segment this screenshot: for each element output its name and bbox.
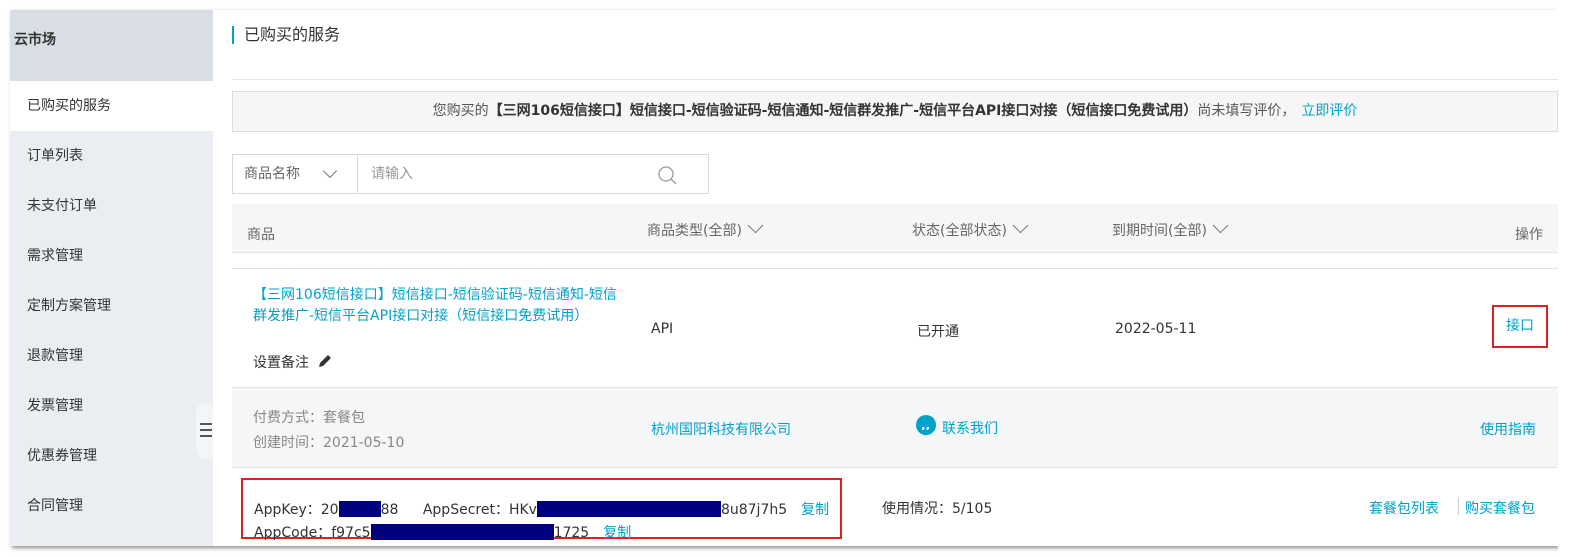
buy-package-link[interactable]: 购买套餐包	[1465, 498, 1535, 518]
appkey-value-start: 20	[320, 502, 339, 518]
page-title: 已购买的服务	[232, 26, 340, 44]
header-type-filter[interactable]: 商品类型(全部)	[647, 217, 764, 240]
appsecret-value-end: 8u87j7h5	[720, 502, 788, 518]
table-row-details: 付费方式：套餐包 创建时间：2021-05-10 杭州国阳科技有限公司 ,, 联…	[232, 388, 1558, 468]
sidebar-item-contracts[interactable]: 合同管理	[10, 481, 213, 531]
sidebar-item-coupons[interactable]: 优惠券管理	[10, 431, 213, 481]
header-product: 商品	[247, 227, 275, 243]
appcode-label: AppCode：	[254, 525, 332, 541]
product-name-link[interactable]: 【三网106短信接口】短信接口-短信验证码-短信通知-短信群发推广-短信平台AP…	[253, 285, 618, 327]
pencil-icon	[319, 355, 332, 367]
sidebar-item-requirements[interactable]: 需求管理	[10, 231, 213, 281]
chevron-down-icon	[747, 217, 764, 234]
table-row-credentials: AppKey：20 88 AppSecret：HKv 8u87j7h5 复制 AppC…	[232, 468, 1558, 546]
vendor-link[interactable]: 杭州国阳科技有限公司	[651, 419, 791, 439]
table-header: 商品 商品类型(全部) 状态(全部状态) 到期时间(全部) 操作	[232, 204, 1558, 253]
header-action: 操作	[1515, 227, 1543, 243]
sidebar: 云市场 已购买的服务 订单列表 未支付订单 需求管理 定制方案管理 退款管理 发…	[10, 10, 213, 546]
header-expiry-label: 到期时间(全部)	[1112, 223, 1207, 239]
chevron-down-icon	[322, 163, 338, 179]
appsecret-value-start: HKv	[508, 502, 537, 518]
appcode-value-end: 1725	[553, 525, 590, 541]
search-filter-label: 商品名称	[244, 166, 300, 182]
appkey-line: AppKey：20 88 AppSecret：HKv 8u87j7h5 复制	[254, 499, 829, 519]
divider	[232, 79, 1558, 80]
header-expiry-filter[interactable]: 到期时间(全部)	[1112, 217, 1229, 240]
header-status-filter[interactable]: 状态(全部状态)	[912, 217, 1029, 240]
search-icon[interactable]	[657, 165, 677, 185]
notice-prefix: 您购买的	[432, 103, 489, 119]
credentials-box: AppKey：20 88 AppSecret：HKv 8u87j7h5 复制 AppC…	[241, 478, 842, 542]
redaction-mask	[370, 524, 554, 540]
set-remark-label: 设置备注	[253, 355, 309, 371]
product-status: 已开通	[917, 324, 959, 340]
collapse-icon	[200, 423, 212, 437]
appkey-label: AppKey：	[254, 502, 321, 518]
usage-info: 使用情况：5/105	[882, 501, 993, 517]
app-window: 云市场 已购买的服务 订单列表 未支付订单 需求管理 定制方案管理 退款管理 发…	[10, 10, 1558, 546]
appkey-value-end: 88	[380, 502, 399, 518]
header-status-label: 状态(全部状态)	[912, 223, 1007, 239]
notice-suffix: 尚未填写评价，	[1197, 103, 1296, 119]
table-row: 【三网106短信接口】短信接口-短信验证码-短信通知-短信群发推广-短信平台AP…	[232, 268, 1558, 388]
created-time: 创建时间：2021-05-10	[253, 435, 405, 451]
api-interface-link[interactable]: 接口	[1492, 305, 1548, 348]
chevron-down-icon	[1012, 217, 1029, 234]
expiry-date: 2022-05-11	[1115, 321, 1197, 337]
chat-bubble-icon: ,,	[916, 415, 936, 436]
sidebar-item-unpaid-orders[interactable]: 未支付订单	[10, 181, 213, 231]
sidebar-item-invoices[interactable]: 发票管理	[10, 381, 213, 431]
redaction-mask	[338, 501, 381, 517]
notice-product: 【三网106短信接口】短信接口-短信验证码-短信通知-短信群发推广-短信平台AP…	[488, 103, 1198, 119]
sidebar-item-orders[interactable]: 订单列表	[10, 131, 213, 181]
review-now-link[interactable]: 立即评价	[1301, 103, 1357, 119]
sidebar-header: 云市场	[10, 10, 213, 81]
main-content: 已购买的服务 您购买的【三网106短信接口】短信接口-短信验证码-短信通知-短信…	[213, 10, 1558, 546]
payment-method: 付费方式：套餐包	[253, 410, 365, 426]
review-notice: 您购买的【三网106短信接口】短信接口-短信验证码-短信通知-短信群发推广-短信…	[232, 91, 1558, 132]
link-separator	[1458, 498, 1459, 515]
sidebar-collapse-toggle[interactable]	[196, 403, 214, 459]
redaction-mask	[536, 501, 721, 517]
search-bar: 商品名称	[232, 154, 709, 194]
scrollbar-track[interactable]	[1558, 0, 1571, 557]
appcode-value-start: f97c5	[331, 525, 371, 541]
search-filter-select[interactable]: 商品名称	[233, 155, 358, 193]
chevron-down-icon	[1212, 217, 1229, 234]
appcode-line: AppCode：f97c5 1725 复制	[254, 522, 631, 542]
sidebar-item-refunds[interactable]: 退款管理	[10, 331, 213, 381]
appsecret-label: AppSecret：	[422, 502, 509, 518]
search-input[interactable]	[359, 155, 659, 193]
contact-us-link[interactable]: 联系我们	[942, 418, 998, 438]
copy-appkey-button[interactable]: 复制	[801, 499, 829, 519]
product-type: API	[651, 321, 674, 337]
sidebar-item-custom-plans[interactable]: 定制方案管理	[10, 281, 213, 331]
copy-appcode-button[interactable]: 复制	[603, 522, 631, 542]
usage-guide-link[interactable]: 使用指南	[1480, 419, 1536, 439]
header-type-label: 商品类型(全部)	[647, 223, 742, 239]
set-remark-button[interactable]: 设置备注	[253, 352, 333, 372]
sidebar-item-purchased-services[interactable]: 已购买的服务	[10, 81, 213, 131]
package-list-link[interactable]: 套餐包列表	[1369, 498, 1439, 518]
